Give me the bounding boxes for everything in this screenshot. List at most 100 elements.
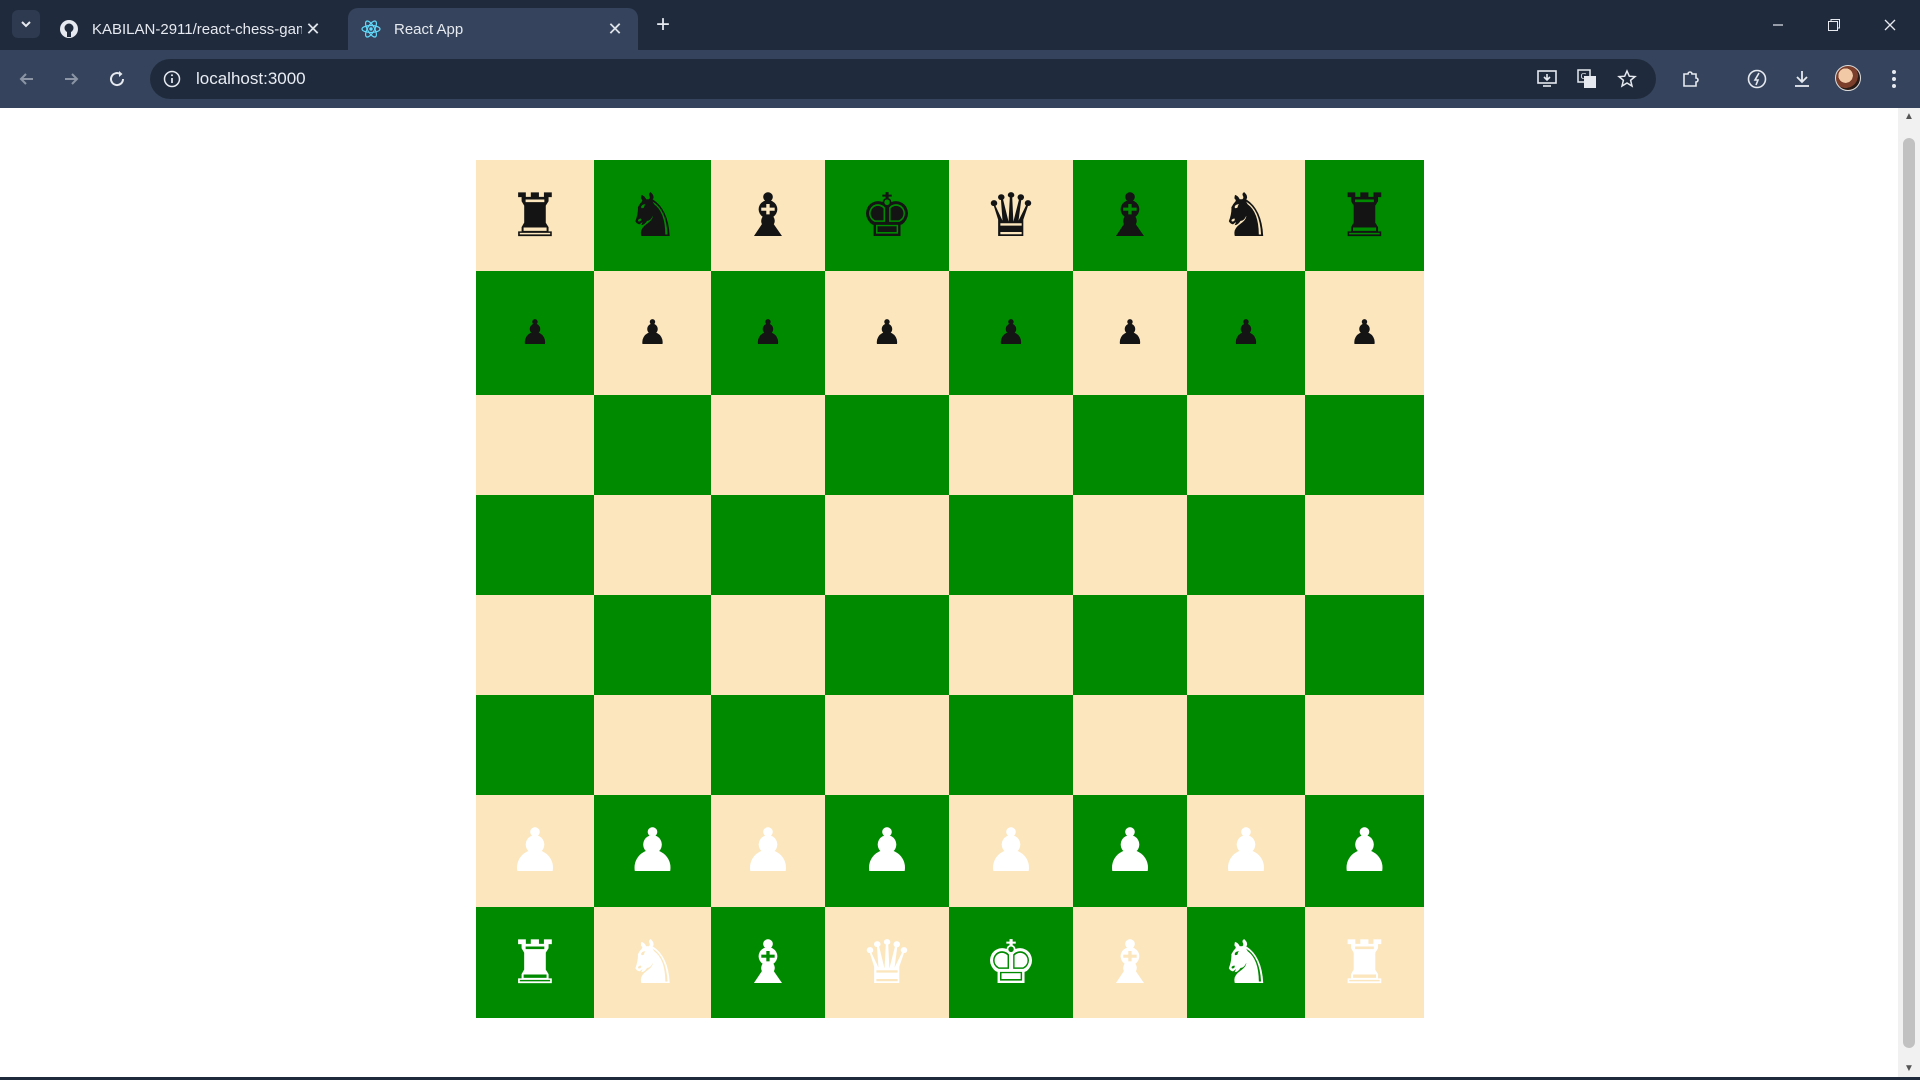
white-rook-piece[interactable]: ♜ [1338, 933, 1392, 993]
forward-button[interactable] [56, 64, 86, 94]
board-square[interactable] [711, 395, 825, 495]
white-knight-piece[interactable]: ♞ [626, 933, 680, 993]
board-square[interactable] [825, 495, 949, 595]
address-bar[interactable]: localhost:3000 [150, 59, 1656, 99]
white-pawn-piece[interactable]: ♟ [741, 821, 795, 881]
board-square[interactable]: ♟ [949, 795, 1073, 907]
black-king-piece[interactable]: ♚ [860, 186, 914, 246]
browser-menu-button[interactable] [1879, 64, 1909, 94]
scroll-down-arrow-icon[interactable]: ▼ [1904, 1064, 1914, 1074]
black-pawn-piece[interactable]: ♟ [1115, 316, 1145, 350]
board-square[interactable] [1187, 595, 1305, 695]
board-square[interactable]: ♞ [594, 907, 711, 1018]
board-square[interactable]: ♟ [594, 271, 711, 395]
bookmark-button[interactable] [1612, 59, 1642, 99]
board-square[interactable]: ♜ [1305, 160, 1424, 271]
white-rook-piece[interactable]: ♜ [508, 933, 562, 993]
tab-github[interactable]: KABILAN-2911/react-chess-gam ✕ [46, 8, 336, 50]
board-square[interactable] [594, 595, 711, 695]
reload-button[interactable] [102, 64, 132, 94]
white-pawn-piece[interactable]: ♟ [1338, 821, 1392, 881]
board-square[interactable] [949, 595, 1073, 695]
black-rook-piece[interactable]: ♜ [1338, 186, 1392, 246]
extensions-button[interactable] [1676, 64, 1706, 94]
close-tab-icon[interactable]: ✕ [302, 18, 324, 40]
board-square[interactable]: ♟ [1305, 271, 1424, 395]
board-square[interactable]: ♝ [711, 160, 825, 271]
board-square[interactable]: ♟ [476, 271, 594, 395]
black-pawn-piece[interactable]: ♟ [996, 316, 1026, 350]
black-pawn-piece[interactable]: ♟ [1349, 316, 1379, 350]
black-pawn-piece[interactable]: ♟ [872, 316, 902, 350]
white-pawn-piece[interactable]: ♟ [626, 821, 680, 881]
board-square[interactable]: ♟ [476, 795, 594, 907]
board-square[interactable]: ♜ [476, 160, 594, 271]
board-square[interactable]: ♞ [594, 160, 711, 271]
board-square[interactable] [949, 395, 1073, 495]
white-pawn-piece[interactable]: ♟ [1103, 821, 1157, 881]
board-square[interactable]: ♛ [825, 907, 949, 1018]
board-square[interactable] [1187, 495, 1305, 595]
black-queen-piece[interactable]: ♛ [984, 186, 1038, 246]
white-king-piece[interactable]: ♚ [984, 933, 1038, 993]
close-window-button[interactable] [1862, 0, 1918, 50]
board-square[interactable]: ♝ [1073, 160, 1187, 271]
translate-button[interactable]: G [1572, 59, 1602, 99]
board-square[interactable] [711, 495, 825, 595]
board-square[interactable] [594, 395, 711, 495]
close-tab-icon[interactable]: ✕ [604, 18, 626, 40]
board-square[interactable] [1305, 595, 1424, 695]
board-square[interactable] [1305, 395, 1424, 495]
board-square[interactable] [1073, 595, 1187, 695]
board-square[interactable]: ♝ [1073, 907, 1187, 1018]
white-queen-piece[interactable]: ♛ [860, 933, 914, 993]
performance-button[interactable] [1742, 64, 1772, 94]
white-pawn-piece[interactable]: ♟ [984, 821, 1038, 881]
board-square[interactable] [1305, 695, 1424, 795]
board-square[interactable] [949, 495, 1073, 595]
profile-avatar[interactable] [1835, 65, 1861, 91]
board-square[interactable] [825, 595, 949, 695]
black-bishop-piece[interactable]: ♝ [741, 186, 795, 246]
board-square[interactable]: ♞ [1187, 160, 1305, 271]
board-square[interactable]: ♜ [476, 907, 594, 1018]
white-knight-piece[interactable]: ♞ [1219, 933, 1273, 993]
black-bishop-piece[interactable]: ♝ [1103, 186, 1157, 246]
board-square[interactable] [1305, 495, 1424, 595]
board-square[interactable] [1073, 395, 1187, 495]
board-square[interactable] [711, 695, 825, 795]
board-square[interactable] [594, 495, 711, 595]
black-pawn-piece[interactable]: ♟ [1231, 316, 1261, 350]
white-pawn-piece[interactable]: ♟ [508, 821, 562, 881]
scrollbar-thumb[interactable] [1903, 138, 1915, 1048]
minimize-window-button[interactable] [1750, 0, 1806, 50]
board-square[interactable]: ♟ [1187, 795, 1305, 907]
board-square[interactable] [476, 495, 594, 595]
site-info-icon[interactable] [160, 67, 184, 91]
black-knight-piece[interactable]: ♞ [1219, 186, 1273, 246]
install-app-button[interactable] [1532, 59, 1562, 99]
tab-react-app[interactable]: React App ✕ [348, 8, 638, 50]
board-square[interactable] [1073, 495, 1187, 595]
white-bishop-piece[interactable]: ♝ [741, 933, 795, 993]
board-square[interactable] [476, 595, 594, 695]
board-square[interactable]: ♟ [594, 795, 711, 907]
board-square[interactable]: ♟ [825, 795, 949, 907]
black-rook-piece[interactable]: ♜ [508, 186, 562, 246]
back-button[interactable] [12, 64, 42, 94]
url-text[interactable]: localhost:3000 [196, 69, 306, 89]
board-square[interactable]: ♞ [1187, 907, 1305, 1018]
board-square[interactable]: ♛ [949, 160, 1073, 271]
downloads-button[interactable] [1787, 64, 1817, 94]
black-pawn-piece[interactable]: ♟ [753, 316, 783, 350]
board-square[interactable] [476, 695, 594, 795]
board-square[interactable]: ♟ [1305, 795, 1424, 907]
board-square[interactable]: ♟ [1187, 271, 1305, 395]
board-square[interactable] [1187, 695, 1305, 795]
board-square[interactable]: ♚ [825, 160, 949, 271]
scroll-up-arrow-icon[interactable]: ▲ [1904, 112, 1914, 122]
board-square[interactable] [825, 395, 949, 495]
board-square[interactable]: ♟ [1073, 795, 1187, 907]
new-tab-button[interactable]: + [650, 11, 676, 38]
white-bishop-piece[interactable]: ♝ [1103, 933, 1157, 993]
